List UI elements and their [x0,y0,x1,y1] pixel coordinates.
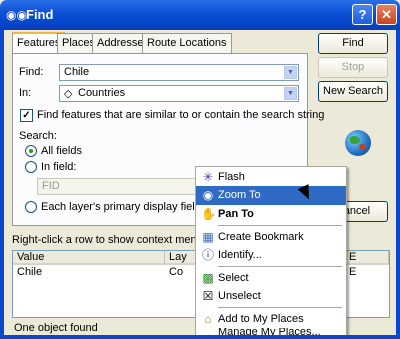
menu-separator [218,225,342,226]
help-button[interactable]: ? [352,4,373,25]
in-field-radio[interactable] [25,161,37,173]
menu-item-unselect[interactable]: ☒ Unselect [196,287,346,306]
window-frame-bottom [0,335,400,339]
stop-button[interactable]: Stop [318,57,388,78]
tab-route-locations[interactable]: Route Locations [142,33,232,53]
in-field-label: In field: [41,161,77,173]
title-bar[interactable]: ◉◉ Find ? ✕ [0,0,400,30]
close-button[interactable]: ✕ [376,4,397,25]
chevron-down-icon[interactable]: ▼ [284,87,297,100]
layer-icon: ◇ [64,88,73,100]
in-value: Countries [78,87,126,99]
flash-icon: ✳ [202,170,214,184]
menu-item-select[interactable]: ▩ Select [196,269,346,288]
menu-item-identify[interactable]: ⓘ Identify... [196,246,346,265]
select-icon: ▩ [202,271,214,285]
add-place-icon: ⌂ [204,312,212,326]
menu-separator [218,266,342,267]
menu-item-label: Pan To [218,208,254,220]
find-button[interactable]: Find [318,33,388,54]
bookmark-icon: ▦ [202,230,214,244]
identify-icon: ⓘ [201,248,214,262]
menu-item-pan-to[interactable]: ✋ Pan To [196,205,346,224]
menu-item-flash[interactable]: ✳ Flash [196,168,346,187]
find-label: Find: [19,66,44,78]
menu-item-create-bookmark[interactable]: ▦ Create Bookmark [196,228,346,247]
in-field-value: FID [42,180,60,192]
new-search-button[interactable]: New Search [318,81,388,102]
primary-display-radio[interactable] [25,201,37,213]
menu-item-label: Zoom To [218,189,261,201]
menu-item-label: Identify... [218,249,262,261]
menu-separator [218,307,342,308]
zoom-to-icon: ◉ [202,188,214,202]
in-label: In: [19,87,32,99]
menu-item-label: Select [218,272,249,284]
column-header-extra[interactable]: E [345,251,389,265]
hand-pan-icon: ✋ [201,207,216,221]
menu-item-zoom-to[interactable]: ◉ Zoom To [196,186,346,205]
result-value-cell[interactable]: Chile [13,266,42,278]
binoculars-icon: ◉◉ [6,8,27,22]
window-frame-right [396,30,400,339]
menu-item-label: Unselect [218,290,261,302]
unselect-icon: ☒ [202,289,214,303]
similar-checkbox[interactable]: ✓ [20,109,33,122]
window-frame-left [0,30,4,339]
status-text: One object found [14,322,98,334]
menu-item-label: Add to My Places [218,313,304,325]
window-title: Find [26,7,54,22]
context-menu: ✳ Flash ◉ Zoom To ✋ Pan To ▦ Create Book… [195,166,347,339]
menu-item-label: Create Bookmark [218,231,304,243]
primary-display-label: Each layer's primary display field [41,201,201,213]
search-label: Search: [19,130,57,142]
in-combo[interactable]: ◇ Countries ▼ [59,85,299,102]
result-layer-cell[interactable]: Co [165,266,183,278]
chevron-down-icon[interactable]: ▼ [284,66,297,79]
menu-item-add-to-my-places[interactable]: ⌂ Add to My Places [196,310,346,329]
find-combo[interactable]: Chile ▼ [59,64,299,81]
all-fields-label: All fields [41,145,82,157]
globe-icon [345,130,371,156]
column-header-value[interactable]: Value [13,251,165,265]
find-value: Chile [64,66,90,78]
all-fields-radio[interactable] [25,145,37,157]
similar-checkbox-label: Find features that are similar to or con… [37,109,325,121]
results-hint: Right-click a row to show context menu. [12,234,206,246]
menu-item-label: Flash [218,171,245,183]
